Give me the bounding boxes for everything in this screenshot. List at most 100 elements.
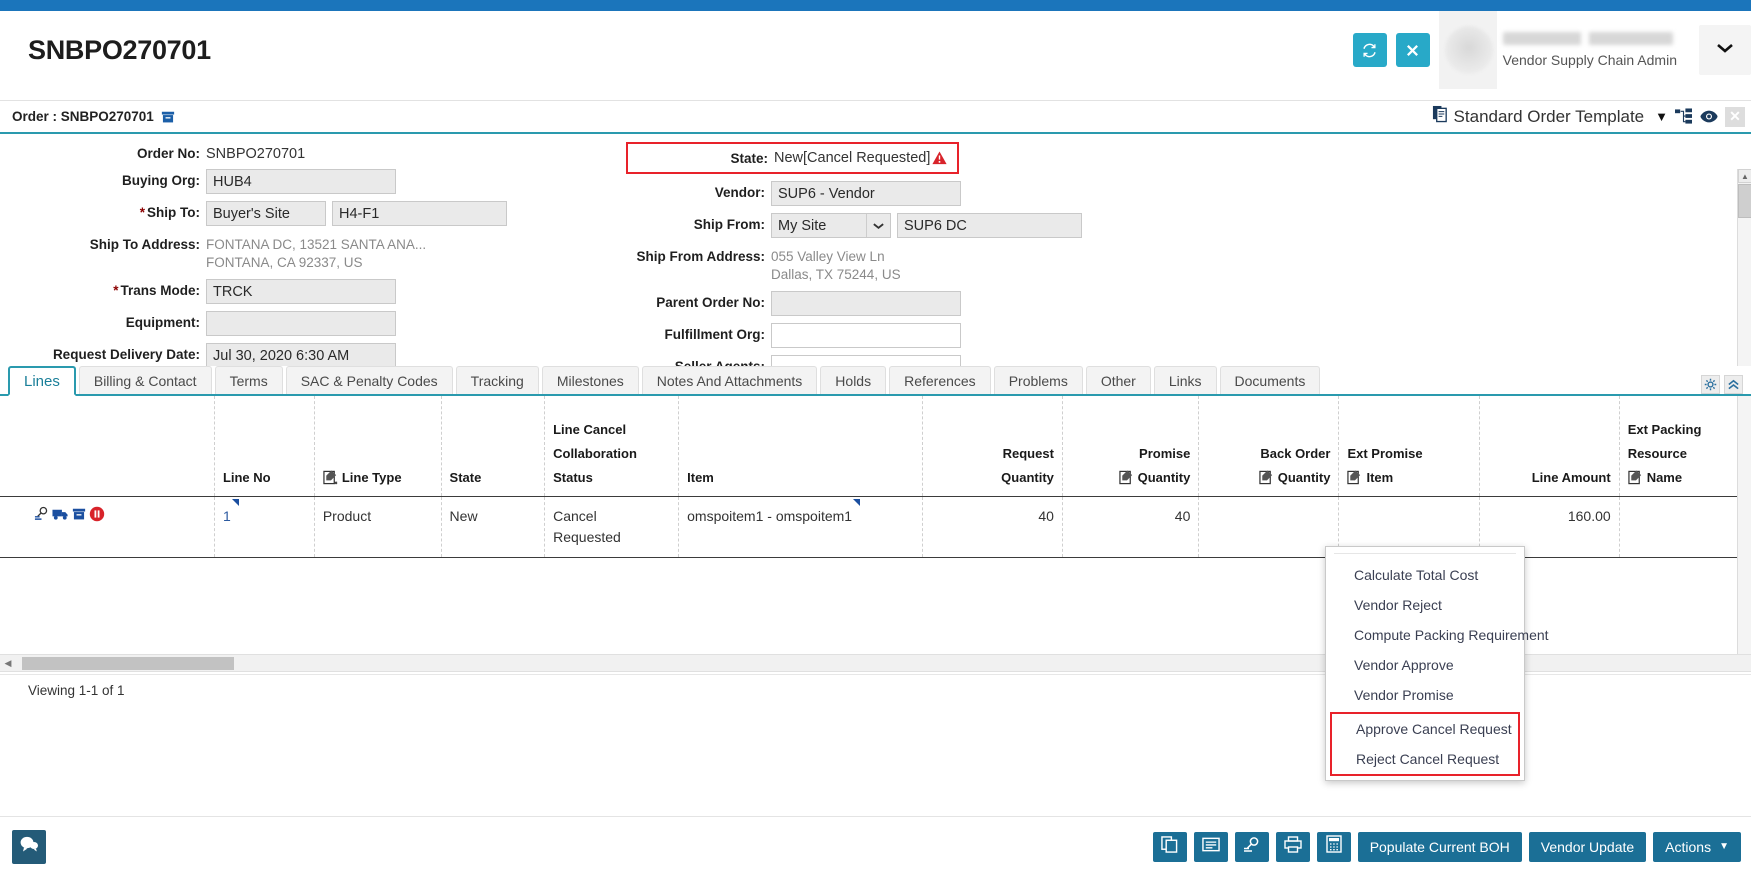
ship-from-site-input[interactable]: SUP6 DC <box>897 213 1082 238</box>
menu-item-vendor-reject[interactable]: Vendor Reject <box>1326 590 1524 620</box>
page-title: SNBPO270701 <box>28 35 211 66</box>
tab-holds[interactable]: Holds <box>820 366 886 394</box>
menu-item-compute-packing-requirement[interactable]: Compute Packing Requirement <box>1326 620 1524 650</box>
chat-button[interactable] <box>12 830 46 864</box>
cell-line-no[interactable]: 1 <box>214 496 314 557</box>
grid-vertical-scrollbar[interactable] <box>1737 396 1751 672</box>
calculator-button[interactable] <box>1317 832 1351 862</box>
table-header-row: Line No Line Type State Line CancelColla… <box>0 396 1751 496</box>
item-value: omspoitem1 - omspoitem1 <box>687 508 852 524</box>
menu-item-vendor-promise[interactable]: Vendor Promise <box>1326 680 1524 710</box>
gear-icon[interactable] <box>1701 375 1720 394</box>
archive-icon[interactable] <box>72 506 86 527</box>
user-menu[interactable]: Vendor Supply Chain Admin <box>1439 11 1751 89</box>
col-item[interactable]: Item <box>679 396 923 496</box>
menu-item-calculate-total-cost[interactable]: Calculate Total Cost <box>1326 560 1524 590</box>
actions-button[interactable]: Actions ▼ <box>1653 832 1741 862</box>
col-ext-packing-resource-name[interactable]: Ext PackingResourceName <box>1619 396 1751 496</box>
close-button[interactable] <box>1396 33 1430 67</box>
refresh-button[interactable] <box>1353 33 1387 67</box>
trans-mode-input[interactable]: TRCK <box>206 279 396 304</box>
tab-sac-penalty-codes[interactable]: SAC & Penalty Codes <box>286 366 453 394</box>
copy-button[interactable] <box>1153 832 1187 862</box>
scrollbar-thumb[interactable] <box>22 657 234 670</box>
note-button[interactable] <box>1194 832 1228 862</box>
request-delivery-date-input[interactable]: Jul 30, 2020 6:30 AM <box>206 343 396 366</box>
tab-problems[interactable]: Problems <box>994 366 1083 394</box>
chevron-double-up-icon[interactable] <box>1724 375 1743 394</box>
scrollbar-thumb[interactable] <box>1738 184 1751 218</box>
line-no-link[interactable]: 1 <box>223 508 231 524</box>
tab-terms[interactable]: Terms <box>215 366 283 394</box>
archive-icon[interactable] <box>161 110 175 124</box>
print-icon <box>1284 836 1302 858</box>
form-scrollbar[interactable]: ▲ ▼ <box>1737 169 1751 366</box>
hierarchy-icon[interactable] <box>1674 108 1693 125</box>
tab-bar-actions <box>1701 375 1751 394</box>
field-ship-from-address: Ship From Address: 055 Valley View Ln Da… <box>620 245 1720 284</box>
tab-documents[interactable]: Documents <box>1220 366 1321 394</box>
col-line-no[interactable]: Line No <box>214 396 314 496</box>
chevron-down-icon[interactable]: ▼ <box>1655 109 1668 124</box>
buying-org-input[interactable]: HUB4 <box>206 169 396 194</box>
tab-bar: Lines Billing & Contact Terms SAC & Pena… <box>0 366 1751 396</box>
vendor-update-button[interactable]: Vendor Update <box>1529 832 1646 862</box>
col-line-type[interactable]: Line Type <box>314 396 441 496</box>
equipment-input[interactable] <box>206 311 396 336</box>
field-equipment: Equipment: <box>0 311 620 336</box>
shipment-truck-icon[interactable] <box>52 506 69 527</box>
address-line-2: Dallas, TX 75244, US <box>771 266 901 284</box>
user-menu-caret[interactable] <box>1699 25 1751 75</box>
required-asterisk: * <box>113 283 118 298</box>
col-line-cancel-collaboration-status[interactable]: Line CancelCollaborationStatus <box>545 396 679 496</box>
warning-triangle-icon[interactable] <box>932 151 947 165</box>
detail-button[interactable] <box>1235 832 1269 862</box>
field-label: Request Delivery Date: <box>0 343 200 362</box>
cell-promise-quantity[interactable]: 40 <box>1062 496 1198 557</box>
col-ext-promise-item[interactable]: Ext PromiseItem <box>1339 396 1479 496</box>
col-line-amount[interactable]: Line Amount <box>1479 396 1619 496</box>
editable-column-icon <box>1119 470 1134 485</box>
tab-billing-contact[interactable]: Billing & Contact <box>79 366 212 394</box>
tab-lines[interactable]: Lines <box>8 366 76 396</box>
col-back-order-quantity[interactable]: Back OrderQuantity <box>1199 396 1339 496</box>
cell-line-type[interactable]: Product <box>314 496 441 557</box>
panel-close-button[interactable]: ✕ <box>1725 107 1745 127</box>
seller-agents-input[interactable] <box>771 355 961 366</box>
menu-item-approve-cancel-request[interactable]: Approve Cancel Request <box>1332 714 1518 744</box>
close-icon <box>1405 43 1420 58</box>
scroll-left-arrow-icon[interactable]: ◀ <box>0 658 16 669</box>
chevron-down-icon[interactable] <box>866 214 890 237</box>
scroll-up-arrow-icon[interactable]: ▲ <box>1738 169 1751 183</box>
eye-icon[interactable] <box>1699 109 1719 124</box>
col-request-quantity[interactable]: RequestQuantity <box>922 396 1062 496</box>
document-copy-icon <box>1432 105 1449 128</box>
menu-item-vendor-approve[interactable]: Vendor Approve <box>1326 650 1524 680</box>
ship-from-select[interactable]: My Site <box>771 213 891 238</box>
fulfillment-org-input[interactable] <box>771 323 961 348</box>
template-selector[interactable]: Standard Order Template ▼ <box>1432 105 1668 128</box>
tab-notes-and-attachments[interactable]: Notes And Attachments <box>642 366 818 394</box>
tab-links[interactable]: Links <box>1154 366 1217 394</box>
tab-references[interactable]: References <box>889 366 991 394</box>
cell-ext-packing-resource-name[interactable] <box>1619 496 1751 557</box>
populate-current-boh-button[interactable]: Populate Current BOH <box>1358 832 1522 862</box>
col-state[interactable]: State <box>441 396 545 496</box>
hold-icon[interactable] <box>89 506 105 528</box>
tab-milestones[interactable]: Milestones <box>542 366 639 394</box>
required-asterisk: * <box>140 205 145 220</box>
tab-tracking[interactable]: Tracking <box>456 366 539 394</box>
vendor-input[interactable]: SUP6 - Vendor <box>771 181 961 206</box>
refresh-icon <box>1361 42 1378 59</box>
ship-to-type-input[interactable]: Buyer's Site <box>206 201 326 226</box>
menu-item-reject-cancel-request[interactable]: Reject Cancel Request <box>1332 744 1518 774</box>
parent-order-no-input[interactable] <box>771 291 961 316</box>
col-promise-quantity[interactable]: PromiseQuantity <box>1062 396 1198 496</box>
line-detail-icon[interactable] <box>34 506 49 527</box>
template-label: Standard Order Template <box>1454 107 1645 127</box>
cell-back-order-quantity[interactable] <box>1199 496 1339 557</box>
tab-other[interactable]: Other <box>1086 366 1151 394</box>
user-role: Vendor Supply Chain Admin <box>1503 52 1677 68</box>
ship-to-site-input[interactable]: H4-F1 <box>332 201 507 226</box>
print-button[interactable] <box>1276 832 1310 862</box>
